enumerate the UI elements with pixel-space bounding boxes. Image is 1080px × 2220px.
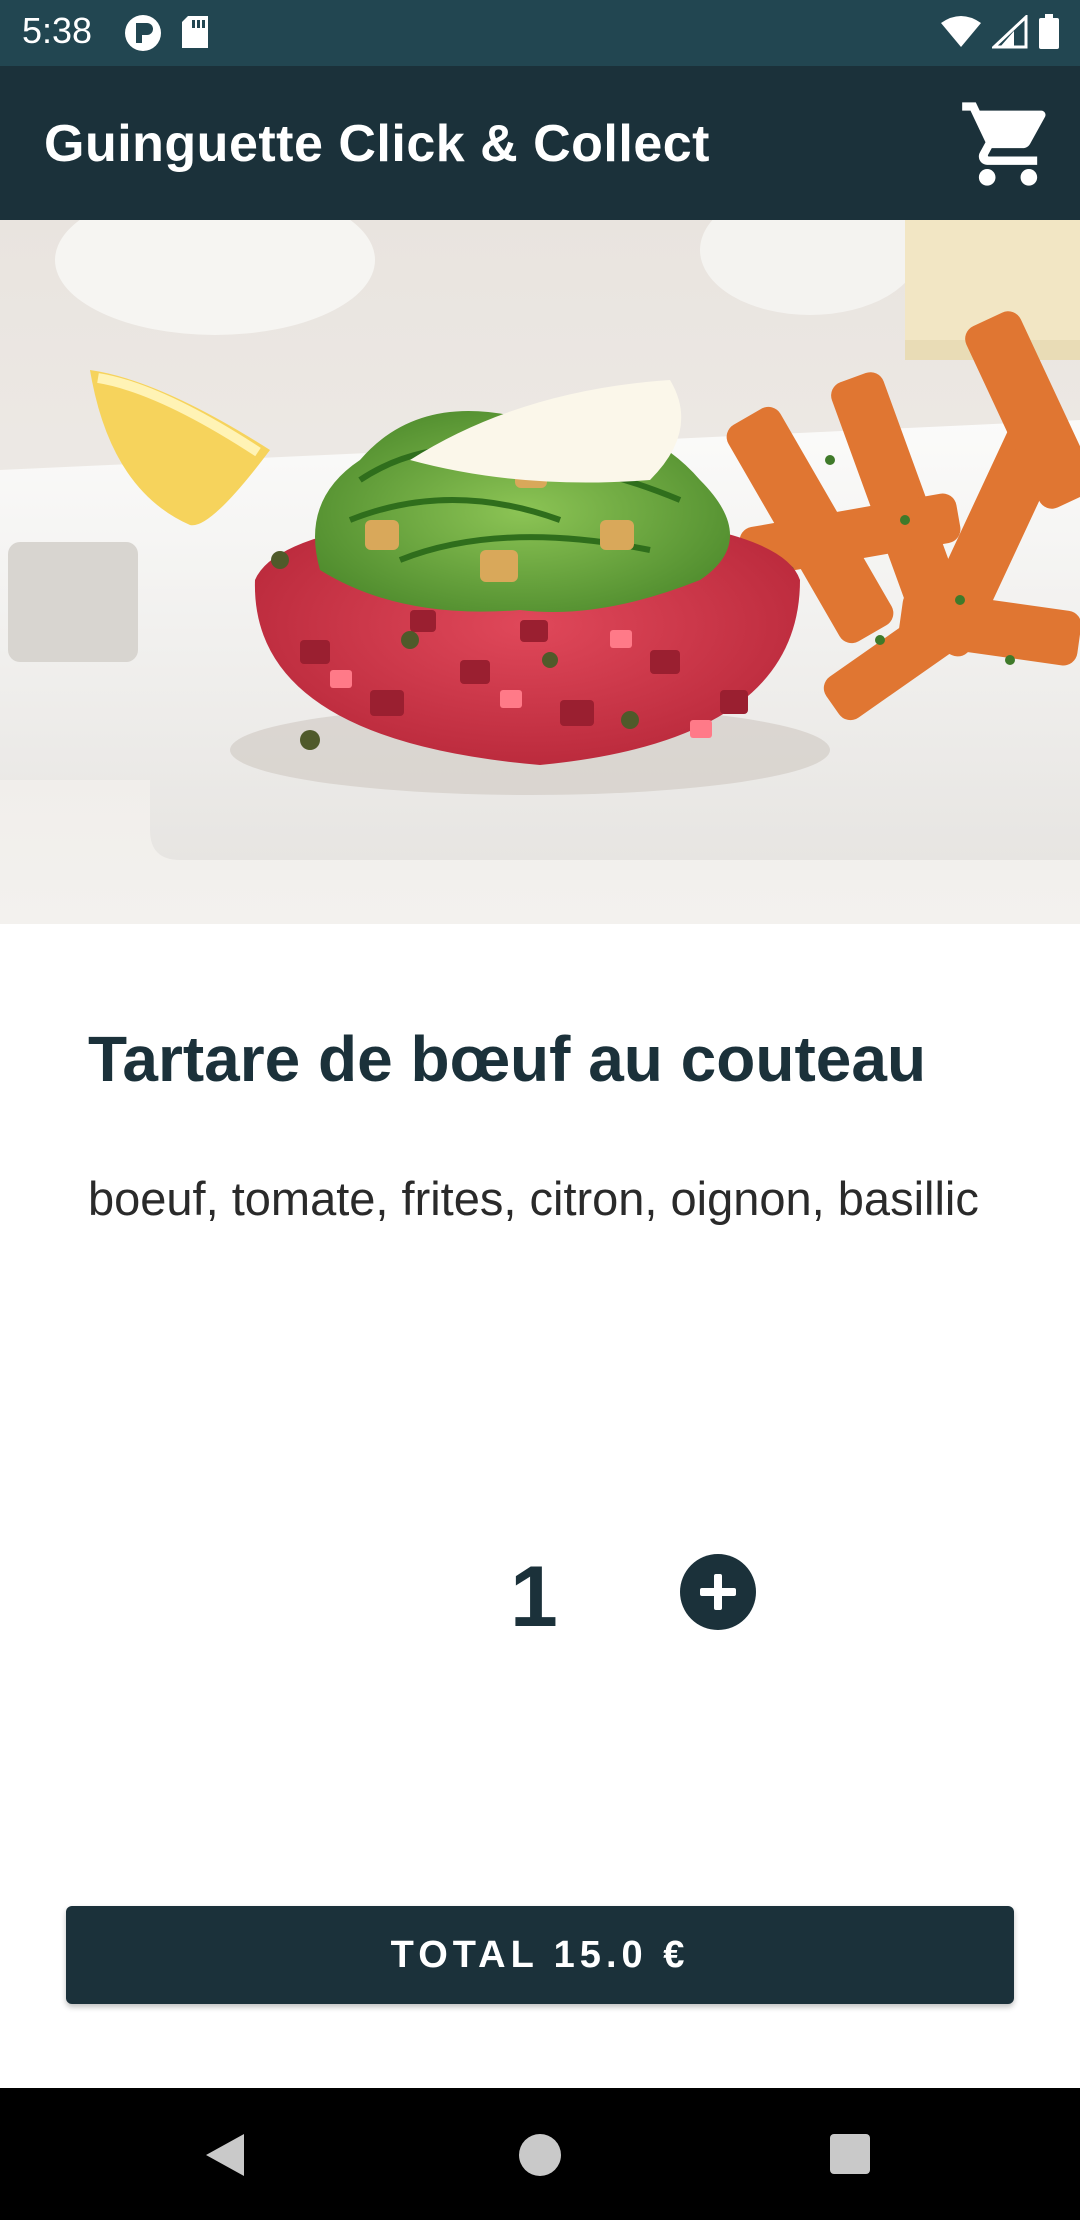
status-left-icons (124, 14, 210, 52)
status-right-icons (940, 14, 1060, 50)
status-bar: 5:38 (0, 0, 1080, 66)
wifi-icon (941, 16, 981, 47)
dish-description: boeuf, tomate, frites, citron, oignon, b… (88, 1172, 979, 1225)
plus-circle-icon (700, 1574, 736, 1610)
back-triangle-icon[interactable] (204, 2132, 246, 2178)
shopping-cart-icon (962, 102, 1046, 186)
quantity-value: 1 (510, 1549, 558, 1645)
navigation-bar (0, 2088, 1080, 2220)
sd-card-icon (182, 16, 208, 48)
app-title: Guinguette Click & Collect (44, 115, 710, 173)
signal-icon (992, 15, 1028, 49)
total-button[interactable]: TOTAL 15.0 € (66, 1906, 1014, 2004)
recent-square-icon[interactable] (830, 2134, 870, 2174)
p-badge-icon (125, 15, 161, 51)
total-label: TOTAL 15.0 € (390, 1933, 690, 1976)
dish-image (0, 220, 1080, 924)
app-bar: Guinguette Click & Collect (0, 66, 1080, 220)
home-circle-icon[interactable] (519, 2134, 561, 2176)
status-time: 5:38 (22, 10, 93, 51)
cart-button[interactable] (958, 94, 1058, 194)
dish-title: Tartare de bœuf au couteau (88, 1023, 927, 1095)
add-quantity-button[interactable] (680, 1554, 756, 1630)
battery-icon (1039, 14, 1059, 49)
